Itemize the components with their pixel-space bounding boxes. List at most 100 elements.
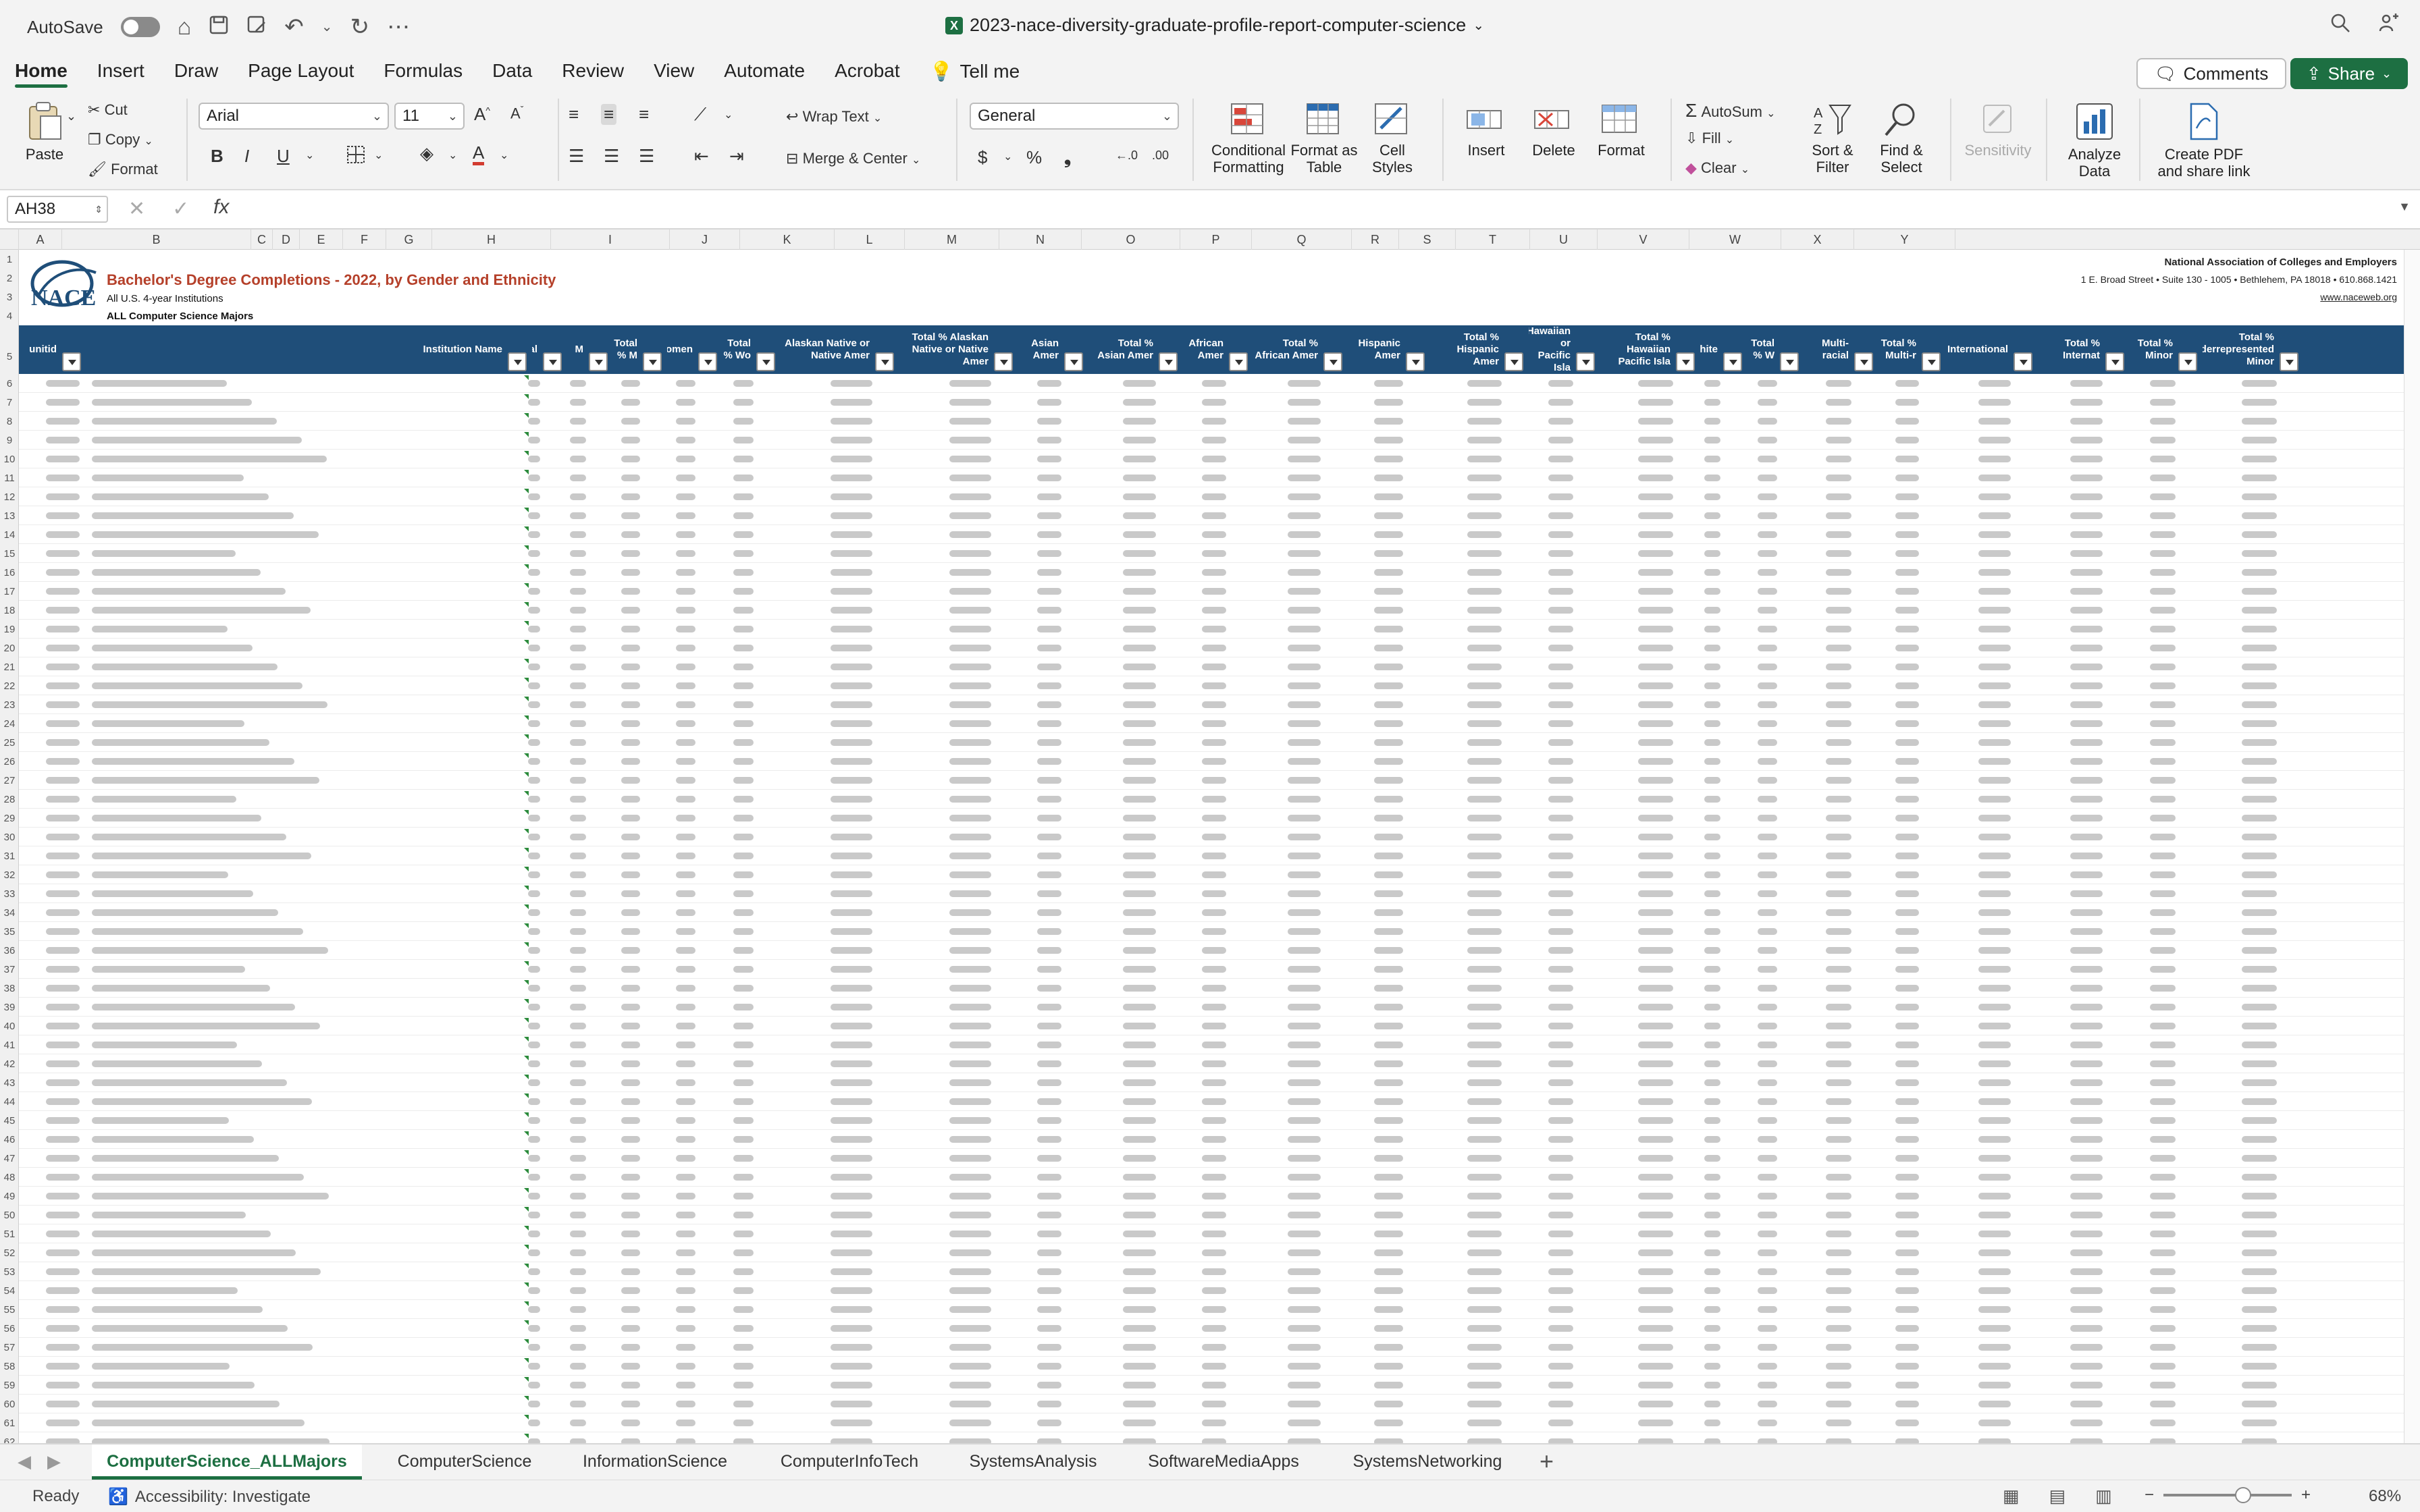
align-middle-icon[interactable]: ≡ [601, 104, 617, 125]
share-people-icon[interactable] [2378, 12, 2400, 40]
filter-dropdown-icon[interactable] [1576, 352, 1595, 371]
tab-page-layout[interactable]: Page Layout [248, 54, 354, 89]
row-header[interactable]: 32 [0, 869, 19, 881]
create-pdf-button[interactable]: Create PDF and share link [2151, 101, 2257, 180]
increase-indent-icon[interactable]: ⇥ [729, 146, 744, 167]
underline-icon[interactable]: U [277, 146, 290, 167]
table-row[interactable] [19, 1111, 2404, 1130]
format-painter-button[interactable]: 🖌 Format [88, 161, 158, 178]
align-bottom-icon[interactable]: ≡ [639, 104, 649, 125]
table-row[interactable] [19, 450, 2404, 468]
column-header-r[interactable]: R [1352, 230, 1399, 250]
italic-icon[interactable]: I [244, 146, 249, 167]
row-header[interactable]: 52 [0, 1247, 19, 1259]
column-header-g[interactable]: G [386, 230, 432, 250]
zoom-slider[interactable] [2163, 1487, 2292, 1503]
save-icon[interactable] [209, 15, 229, 39]
sheet-tab-informationscience[interactable]: InformationScience [560, 1444, 749, 1480]
currency-icon[interactable]: $ [978, 147, 987, 168]
filter-dropdown-icon[interactable] [698, 352, 717, 371]
decrease-decimal-icon[interactable]: .00 [1152, 148, 1169, 163]
table-row[interactable] [19, 998, 2404, 1017]
analyze-data-button[interactable]: Analyze Data [2061, 101, 2128, 180]
column-header-h[interactable]: H [432, 230, 551, 250]
chevron-down-icon[interactable]: ⌄ [305, 148, 314, 162]
align-left-icon[interactable]: ☰ [569, 146, 584, 167]
zoom-out-icon[interactable]: − [2145, 1486, 2154, 1505]
chevron-down-icon[interactable]: ⌄ [500, 148, 508, 162]
row-header[interactable]: 31 [0, 850, 19, 862]
font-name-select[interactable]: Arial ⌄ [199, 103, 389, 130]
clear-button[interactable]: ◆ Clear ⌄ [1685, 159, 1750, 177]
next-sheet-icon[interactable]: ▶ [47, 1451, 61, 1472]
table-row[interactable] [19, 1243, 2404, 1262]
tab-acrobat[interactable]: Acrobat [835, 54, 900, 89]
column-header-b[interactable]: B [62, 230, 251, 250]
row-header[interactable]: 26 [0, 756, 19, 767]
tab-draw[interactable]: Draw [174, 54, 218, 89]
column-header-c[interactable]: C [251, 230, 273, 250]
page-layout-view-icon[interactable]: ▤ [2049, 1486, 2066, 1507]
autosum-button[interactable]: Σ AutoSum ⌄ [1685, 100, 1775, 122]
table-row[interactable] [19, 412, 2404, 431]
sheet-tab-systemsanalysis[interactable]: SystemsAnalysis [945, 1444, 1121, 1480]
row-header[interactable]: 2 [0, 273, 19, 284]
table-row[interactable] [19, 1395, 2404, 1413]
row-header[interactable]: 41 [0, 1040, 19, 1051]
column-header-i[interactable]: I [551, 230, 670, 250]
font-size-select[interactable]: 11 ⌄ [394, 103, 465, 130]
column-header-n[interactable]: N [999, 230, 1082, 250]
conditional-formatting-button[interactable]: Conditional Formatting [1206, 101, 1291, 176]
filter-dropdown-icon[interactable] [756, 352, 775, 371]
table-row[interactable] [19, 1017, 2404, 1035]
row-header[interactable]: 51 [0, 1228, 19, 1240]
row-header[interactable]: 35 [0, 926, 19, 938]
paste-button[interactable]: Paste [18, 101, 72, 163]
row-header[interactable]: 58 [0, 1361, 19, 1372]
table-row[interactable] [19, 960, 2404, 979]
table-row[interactable] [19, 828, 2404, 846]
filter-dropdown-icon[interactable] [1780, 352, 1799, 371]
home-icon[interactable]: ⌂ [178, 16, 192, 38]
column-header-k[interactable]: K [740, 230, 835, 250]
table-row[interactable] [19, 714, 2404, 733]
font-color-icon[interactable]: A [473, 143, 485, 165]
row-header[interactable]: 25 [0, 737, 19, 749]
table-row[interactable] [19, 582, 2404, 601]
filter-dropdown-icon[interactable] [1229, 352, 1248, 371]
column-header-p[interactable]: P [1180, 230, 1252, 250]
row-header[interactable]: 24 [0, 718, 19, 730]
column-header-u[interactable]: U [1530, 230, 1598, 250]
filter-dropdown-icon[interactable] [1064, 352, 1083, 371]
filter-dropdown-icon[interactable] [1922, 352, 1941, 371]
row-header[interactable]: 40 [0, 1021, 19, 1032]
column-header-f[interactable]: F [343, 230, 386, 250]
table-row[interactable] [19, 1224, 2404, 1243]
row-header[interactable]: 45 [0, 1115, 19, 1127]
row-header[interactable]: 43 [0, 1077, 19, 1089]
row-header[interactable]: 48 [0, 1172, 19, 1183]
column-header-q[interactable]: Q [1252, 230, 1352, 250]
tab-review[interactable]: Review [562, 54, 624, 89]
row-header[interactable]: 30 [0, 832, 19, 843]
increase-font-icon[interactable]: A^ [474, 104, 490, 125]
row-header[interactable]: 55 [0, 1304, 19, 1316]
bold-icon[interactable]: B [211, 146, 223, 167]
save-as-icon[interactable] [246, 15, 267, 39]
filter-dropdown-icon[interactable] [875, 352, 894, 371]
table-row[interactable] [19, 922, 2404, 941]
row-header[interactable]: 5 [0, 351, 19, 362]
tab-view[interactable]: View [654, 54, 694, 89]
cut-button[interactable]: ✂ Cut [88, 101, 128, 119]
row-header[interactable]: 29 [0, 813, 19, 824]
row-header[interactable]: 9 [0, 435, 19, 446]
fill-color-icon[interactable]: ◈ [420, 143, 433, 164]
row-header[interactable]: 19 [0, 624, 19, 635]
table-row[interactable] [19, 903, 2404, 922]
row-header[interactable]: 50 [0, 1210, 19, 1221]
column-header-d[interactable]: D [273, 230, 300, 250]
filter-dropdown-icon[interactable] [994, 352, 1013, 371]
filter-dropdown-icon[interactable] [1504, 352, 1523, 371]
row-header[interactable]: 46 [0, 1134, 19, 1145]
row-header[interactable]: 57 [0, 1342, 19, 1353]
